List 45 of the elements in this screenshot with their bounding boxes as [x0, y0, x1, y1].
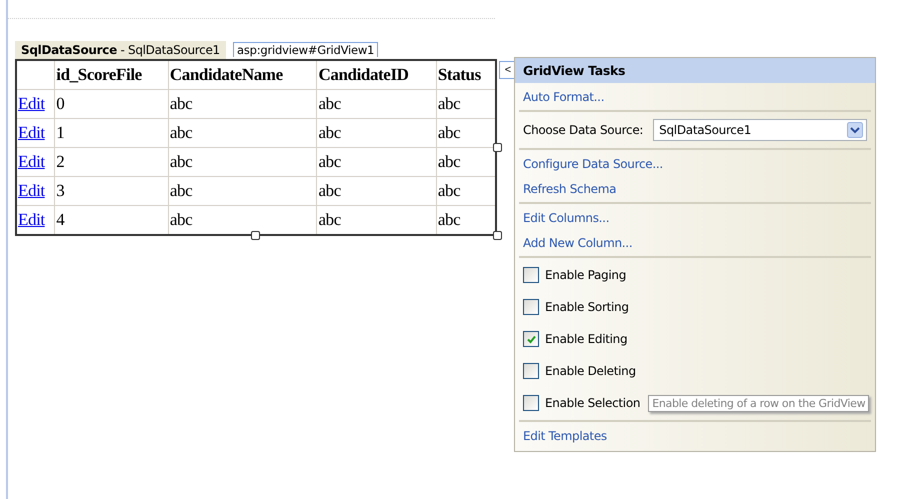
checkbox[interactable] [523, 331, 539, 347]
task-link[interactable]: Auto Format... [523, 90, 604, 104]
column-header: id_ScoreFile [54, 60, 168, 90]
task-link[interactable]: Edit Columns... [523, 210, 610, 224]
checkbox-label: Enable Editing [545, 332, 628, 346]
resize-handle[interactable] [493, 231, 502, 240]
field-label: Choose Data Source: [523, 123, 644, 137]
task-link[interactable]: Edit Templates [523, 428, 607, 442]
control-tag: asp:gridview#GridView1 [232, 42, 378, 57]
checkbox-label: Enable Deleting [545, 364, 636, 378]
table-cell: abc [168, 90, 317, 118]
checkbox-label: Enable Selection [545, 396, 640, 410]
resize-handle[interactable] [251, 231, 260, 240]
column-header: CandidateName [168, 60, 317, 90]
data-source-dropdown[interactable]: SqlDataSource1 [653, 119, 867, 141]
table-cell: abc [316, 148, 436, 176]
table-cell: abc [316, 90, 436, 118]
resize-handle[interactable] [493, 143, 502, 152]
checkbox-label: Enable Sorting [545, 300, 629, 314]
checkbox[interactable] [523, 395, 539, 411]
task-link[interactable]: Add New Column... [523, 236, 632, 250]
tooltip: Enable deleting of a row on the GridView [648, 394, 870, 412]
task-link[interactable]: Configure Data Source... [523, 156, 663, 170]
table-cell: 3 [54, 176, 168, 206]
checkbox[interactable] [523, 299, 539, 315]
table-cell: 4 [54, 206, 168, 235]
table-cell: 0 [54, 90, 168, 118]
table-cell: abc [316, 118, 436, 148]
table-cell: abc [316, 206, 436, 235]
checkbox-label: Enable Paging [545, 268, 626, 282]
panel-title: GridView Tasks [515, 58, 875, 83]
grid-view[interactable]: id_ScoreFile CandidateName CandidateID Status Edit 0 abc abc abc Edit 1 abc abc abc Edit 2 abc abc abc Edit 3 abc abc abc Edit 4 abc abc abc [15, 59, 497, 236]
task-link[interactable]: Refresh Schema [523, 182, 616, 196]
check-mark-icon [526, 334, 536, 344]
table-cell: 1 [54, 118, 168, 148]
datasource-tag: SqlDataSource - SqlDataSource1 [15, 41, 226, 59]
chevron-down-icon [847, 122, 863, 138]
column-header: CandidateID [316, 60, 436, 90]
table-cell: abc [168, 148, 317, 176]
checkbox[interactable] [523, 363, 539, 379]
table-cell: 2 [54, 148, 168, 176]
checkbox[interactable] [523, 267, 539, 283]
table-cell: abc [168, 118, 317, 148]
table-cell: abc [168, 176, 317, 206]
table-cell: abc [316, 176, 436, 206]
